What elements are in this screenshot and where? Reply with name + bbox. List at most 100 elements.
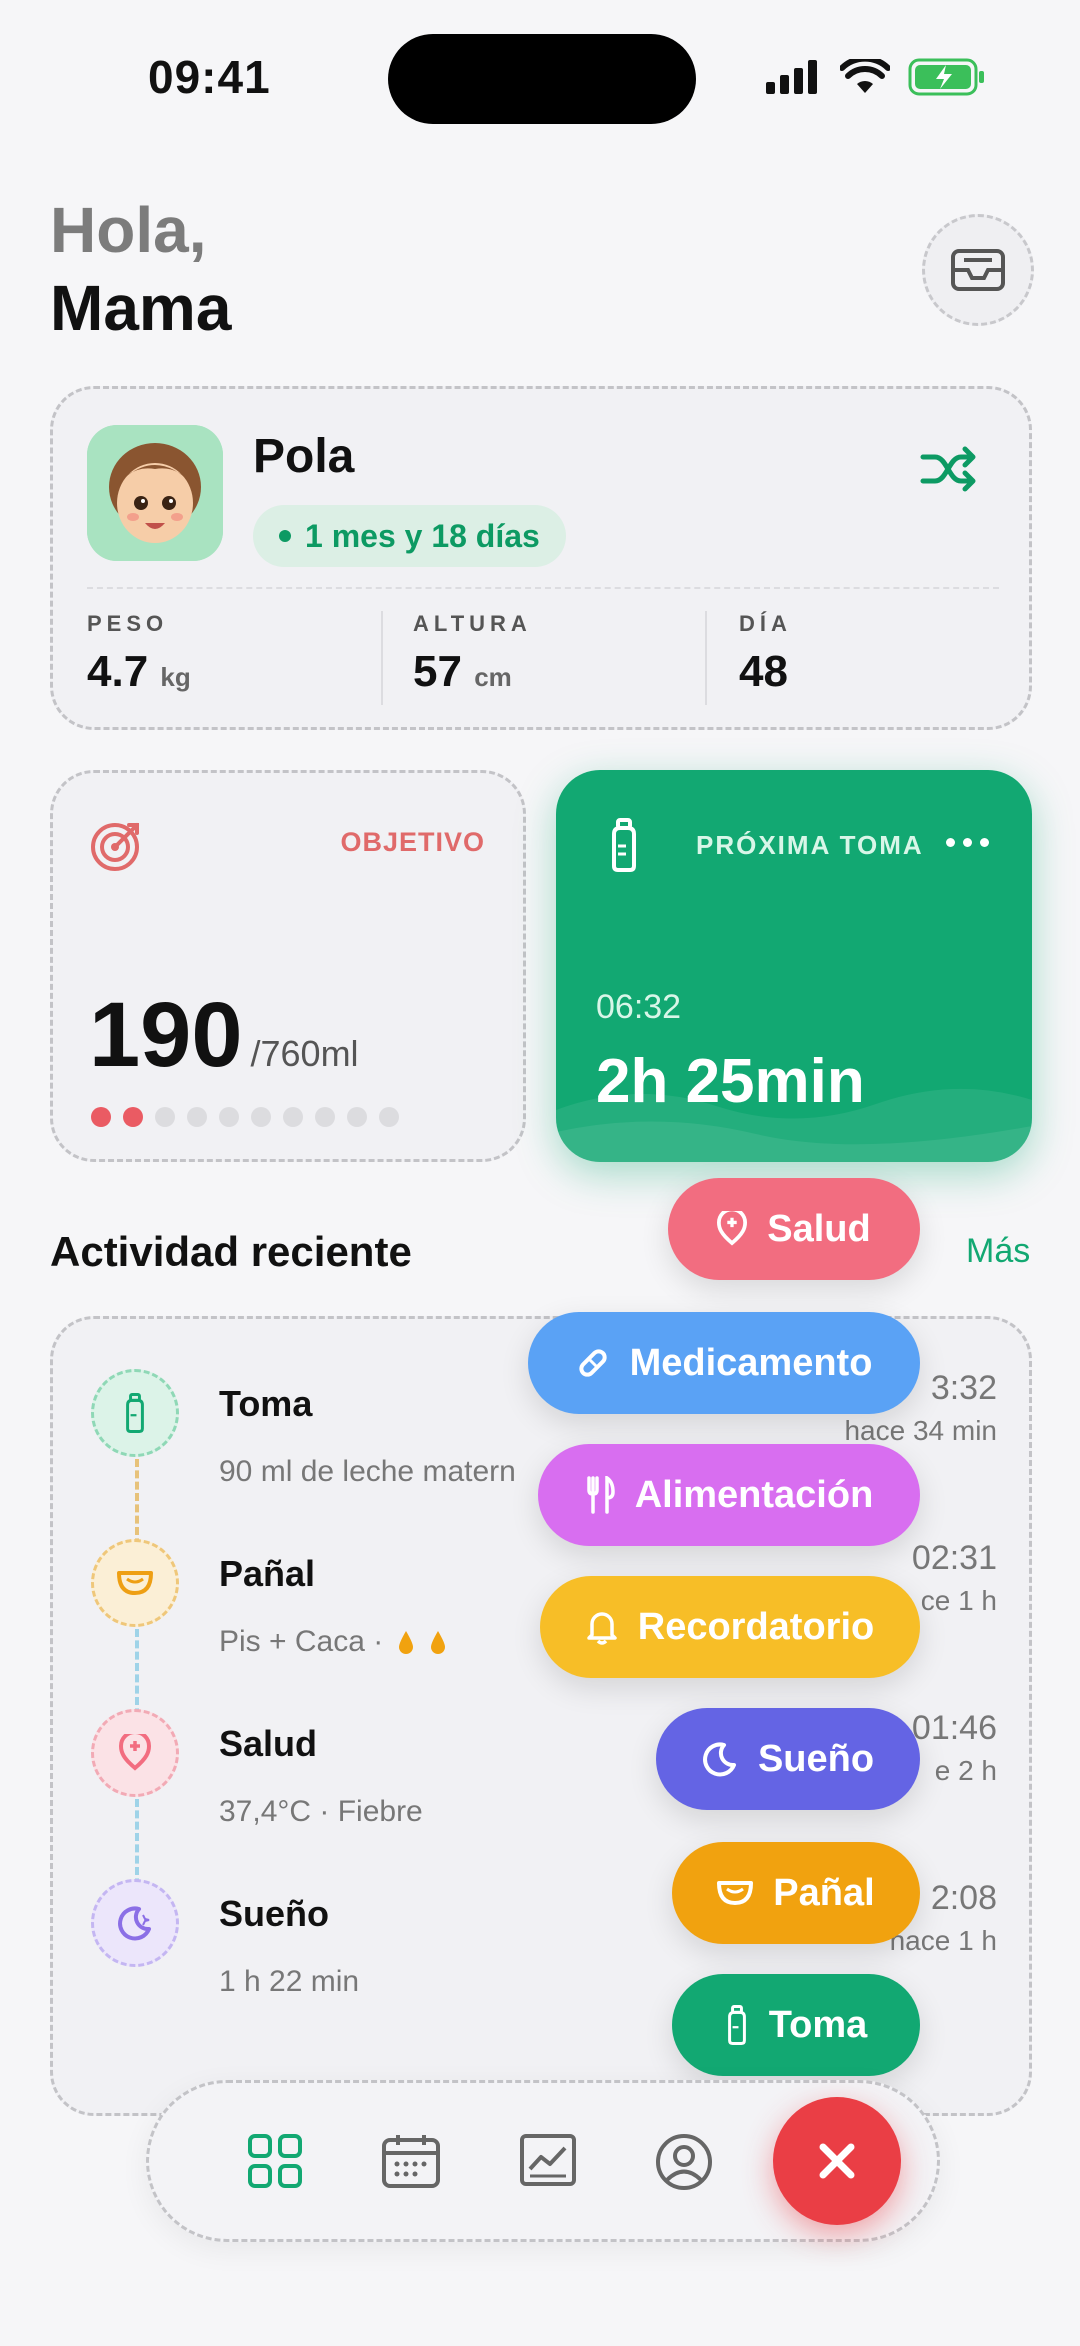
bottle-icon (126, 1393, 144, 1433)
activity-item-title: Sueño (219, 1893, 330, 1934)
fab-recordatorio-button[interactable]: Recordatorio (540, 1576, 920, 1678)
activity-item-time: 02:31 (911, 1539, 997, 1577)
next-feed-countdown: 2h 25min (596, 1047, 865, 1116)
goal-progress-dot (379, 1107, 399, 1127)
switch-baby-button[interactable] (919, 445, 979, 498)
stat-height: ALTURA 57 cm (413, 611, 532, 697)
dynamic-island (388, 34, 696, 124)
profile-divider (87, 587, 999, 589)
activity-more-link[interactable]: Más (966, 1232, 1030, 1271)
stat-height-label: ALTURA (413, 611, 532, 636)
activity-item-ago: hace 34 min (844, 1415, 997, 1446)
stat-day-value: 48 (739, 647, 788, 696)
health-icon (717, 1211, 748, 1246)
fab-sueno-button[interactable]: Sueño (656, 1708, 920, 1810)
activity-item-ago: ce 1 h (920, 1585, 997, 1616)
goal-label: OBJETIVO (340, 827, 485, 857)
goal-progress-dot (155, 1107, 175, 1127)
moon-icon (703, 1742, 736, 1777)
pill-icon (578, 1349, 607, 1377)
activity-item-title: Salud (219, 1723, 318, 1764)
inbox-icon (951, 249, 1005, 291)
fab-medicamento-label: Medicamento (629, 1341, 873, 1384)
fab-toma-label: Toma (768, 2003, 868, 2046)
activity-item-title: Toma (219, 1383, 313, 1424)
goal-progress-dot (91, 1107, 111, 1127)
fab-salud-button[interactable]: Salud (668, 1178, 920, 1280)
signal-icon (766, 60, 817, 94)
greeting-hello: Hola, (50, 194, 207, 266)
next-feed-label: PRÓXIMA TOMA (696, 830, 924, 860)
stat-day-label: DÍA (739, 611, 792, 636)
age-text: 1 mes y 18 días (305, 517, 540, 554)
activity-icon (91, 1369, 179, 1457)
age-badge: 1 mes y 18 días (253, 505, 566, 567)
diaper-icon (717, 1881, 754, 1905)
fab-toma-button[interactable]: Toma (672, 1974, 920, 2076)
stat-height-value: 57 cm (413, 647, 512, 696)
activity-item-ago: e 2 h (934, 1755, 997, 1786)
stat-weight-value: 4.7 kg (87, 647, 191, 696)
target-icon (91, 823, 139, 871)
grid-icon (248, 2134, 302, 2188)
activity-item-ago: hace 1 h (889, 1925, 997, 1956)
activity-item-subtitle: Pis + Caca · (219, 1625, 447, 1659)
stat-day: DÍA 48 (739, 611, 792, 697)
next-feed-time: 06:32 (596, 988, 682, 1026)
activity-title: Actividad reciente (50, 1228, 412, 1275)
bottle-icon (612, 818, 636, 872)
baby-name: Pola (253, 430, 355, 483)
fab-salud-label: Salud (767, 1207, 871, 1250)
diaper-icon (117, 1571, 153, 1595)
inbox-button[interactable] (922, 214, 1034, 326)
goal-progress-dot (219, 1107, 239, 1127)
fab-alimentacion-button[interactable]: Alimentación (538, 1444, 920, 1546)
goal-progress-dot (187, 1107, 207, 1127)
close-menu-button[interactable] (773, 2097, 901, 2225)
profile-icon (656, 2134, 712, 2190)
status-icons (766, 58, 986, 96)
age-dot (279, 530, 291, 542)
activity-item-title: Pañal (219, 1553, 316, 1594)
goal-progress-dot (315, 1107, 335, 1127)
moon-icon (118, 1906, 151, 1941)
activity-icon (91, 1879, 179, 1967)
calendar-icon (382, 2135, 440, 2188)
stat-weight: PESO 4.7 kg (87, 611, 191, 697)
chart-icon (520, 2134, 576, 2186)
fab-recordatorio-label: Recordatorio (637, 1605, 875, 1648)
nav-profile-button[interactable] (655, 2133, 713, 2196)
drop-icon (399, 1631, 414, 1654)
fab-panal-button[interactable]: Pañal (672, 1842, 920, 1944)
nav-home-button[interactable] (247, 2133, 303, 2194)
nav-stats-button[interactable] (519, 2133, 577, 2192)
drop-icon (431, 1631, 446, 1654)
stat-separator (381, 611, 383, 705)
close-icon (819, 2143, 855, 2179)
nav-calendar-button[interactable] (381, 2133, 441, 2194)
fab-alimentacion-label: Alimentación (634, 1473, 874, 1516)
goal-progress-dot (123, 1107, 143, 1127)
stat-separator (705, 611, 707, 705)
status-time: 09:41 (148, 51, 271, 103)
activity-item-subtitle: 1 h 22 min (219, 1965, 360, 1998)
fab-sueno-label: Sueño (757, 1737, 875, 1780)
more-options-button[interactable] (936, 828, 999, 857)
stat-weight-label: PESO (87, 611, 169, 636)
fab-medicamento-button[interactable]: Medicamento (528, 1312, 920, 1414)
goal-progress-dot (347, 1107, 367, 1127)
baby-profile-card[interactable]: Pola 1 mes y 18 días PESO 4.7 kg ALTURA … (50, 386, 1032, 730)
cutlery-icon (586, 1476, 615, 1514)
activity-icon (91, 1539, 179, 1627)
daily-goal-card[interactable]: OBJETIVO 190 /760ml (50, 770, 526, 1162)
activity-icon (91, 1709, 179, 1797)
activity-item-time: 3:32 (930, 1369, 997, 1407)
health-icon (119, 1734, 151, 1771)
goal-progress-dot (283, 1107, 303, 1127)
wifi-icon (840, 59, 890, 93)
baby-avatar[interactable] (87, 425, 223, 561)
next-feed-card[interactable]: PRÓXIMA TOMA 06:32 2h 25min (556, 770, 1032, 1162)
activity-item-time: 2:08 (930, 1879, 997, 1917)
greeting-name: Mama (50, 272, 232, 344)
activity-item-time: 01:46 (911, 1709, 997, 1747)
